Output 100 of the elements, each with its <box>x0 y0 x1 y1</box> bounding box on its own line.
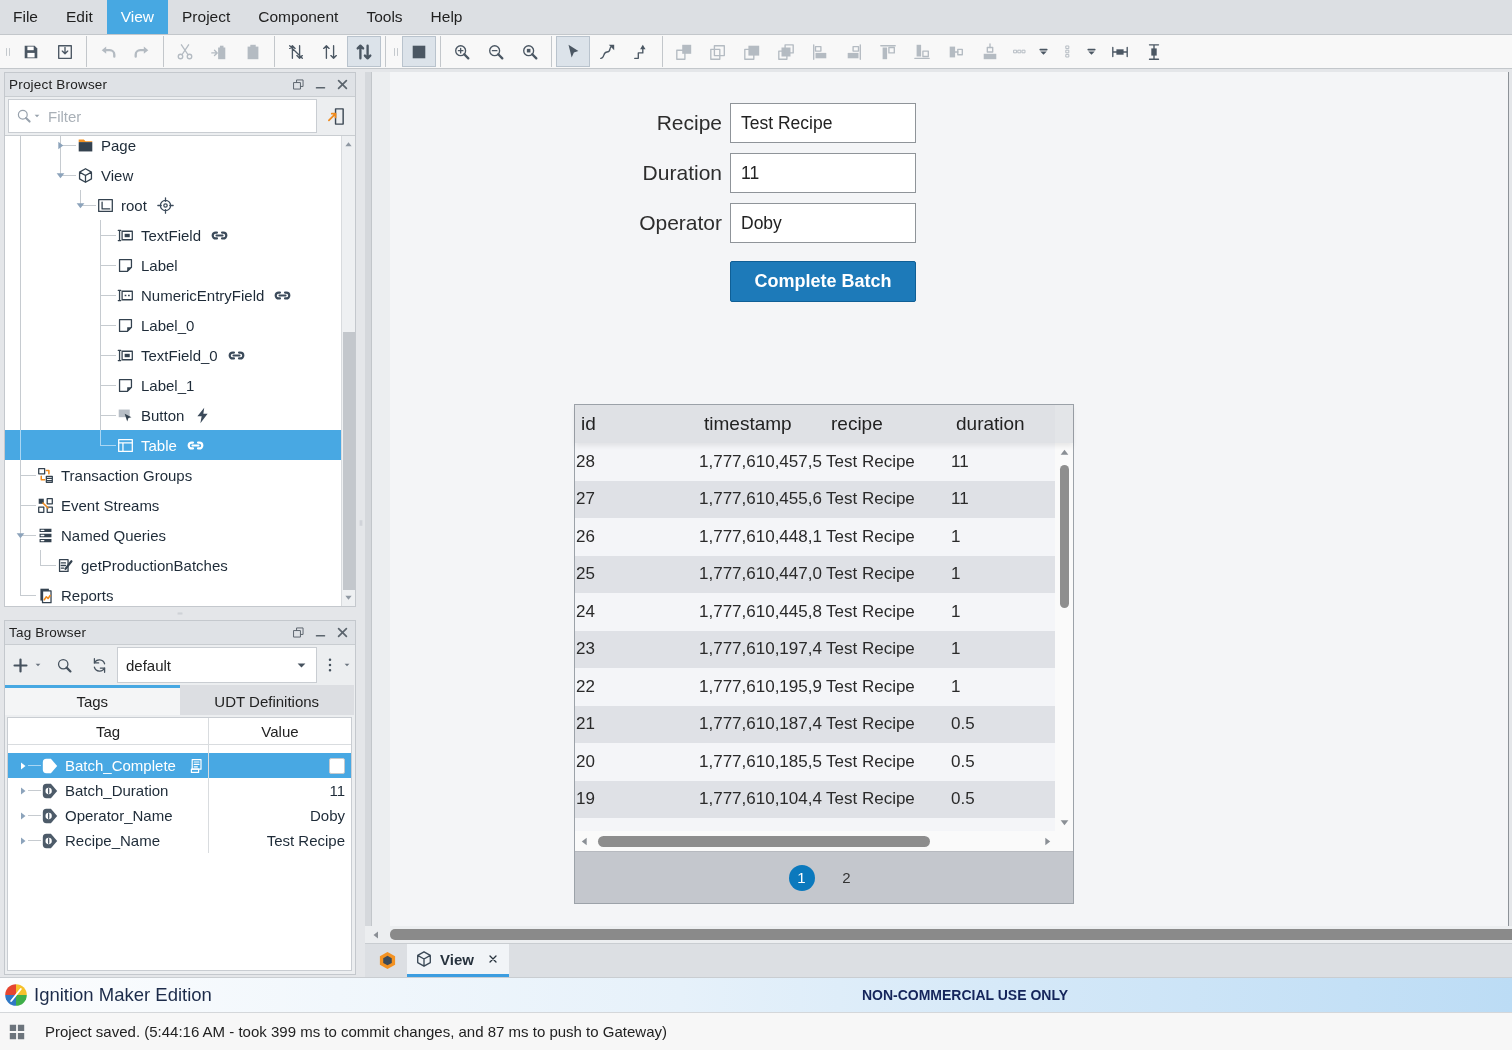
horizontal-scrollbar[interactable] <box>365 926 1512 943</box>
column-header[interactable]: id <box>575 405 698 443</box>
table-cell: 1,777,610,455,6 <box>698 480 825 518</box>
tree-item[interactable]: Label <box>5 250 341 280</box>
overlapping-squares-icon <box>709 42 727 61</box>
table-cell: 1,777,610,104,4 <box>698 780 825 818</box>
table-cell: 1,777,610,197,4 <box>698 630 825 668</box>
column-header[interactable]: recipe <box>825 405 950 443</box>
tree-item[interactable]: Event Streams <box>5 490 341 520</box>
overlapping-squares-icon <box>675 42 693 61</box>
complete-batch-button[interactable]: Complete Batch <box>730 261 916 302</box>
grid-icon[interactable] <box>8 1022 26 1041</box>
align-top-icon <box>879 42 897 61</box>
tree-item[interactable]: Label_0 <box>5 310 341 340</box>
restore-icon[interactable] <box>292 626 305 639</box>
note-icon <box>117 316 134 334</box>
text-field[interactable]: Doby <box>730 203 916 243</box>
provider-dropdown[interactable]: default <box>117 647 317 683</box>
magnifier-icon <box>521 42 539 61</box>
align-bottom-icon <box>913 42 931 61</box>
caret-icon[interactable] <box>34 661 42 669</box>
search-icon[interactable] <box>56 656 73 674</box>
scroll-right-icon[interactable] <box>1042 835 1053 847</box>
scroll-down-icon[interactable] <box>344 593 353 602</box>
scrollbar-thumb[interactable] <box>342 332 355 590</box>
scrollbar-thumb[interactable] <box>598 835 930 847</box>
tag-icon <box>41 806 59 825</box>
menu-item[interactable]: Component <box>244 0 353 34</box>
plus-icon[interactable] <box>12 656 29 674</box>
scrollbar-thumb[interactable] <box>1059 465 1069 608</box>
caret-right-icon[interactable] <box>18 810 28 821</box>
tree-item[interactable]: Label_1 <box>5 370 341 400</box>
scroll-left-icon[interactable] <box>371 929 381 940</box>
page-button[interactable]: 2 <box>833 864 860 891</box>
zoom-in-icon <box>453 42 471 61</box>
scroll-left-icon[interactable] <box>579 835 590 847</box>
table-cell: 23 <box>575 630 698 668</box>
scroll-down-icon[interactable] <box>1058 817 1070 828</box>
text-field[interactable]: Test Recipe <box>730 103 916 143</box>
menu-item[interactable]: Edit <box>52 0 107 34</box>
tag-value: 11 <box>329 782 345 799</box>
tag-row[interactable]: Batch_Duration 11 <box>8 778 351 803</box>
tree-item[interactable]: Transaction Groups <box>5 460 341 490</box>
tag-row[interactable]: Recipe_Name Test Recipe <box>8 828 351 853</box>
menu-item[interactable]: Project <box>168 0 245 34</box>
caret-right-icon[interactable] <box>18 760 28 771</box>
page-button[interactable]: 1 <box>788 864 815 891</box>
column-header[interactable]: duration <box>950 405 1055 443</box>
tree-item[interactable]: root <box>5 190 341 220</box>
pointer-button[interactable] <box>556 36 590 67</box>
close-icon[interactable] <box>487 954 498 964</box>
edit-document-icon <box>57 556 74 574</box>
table-cell: 0.5 <box>950 780 1055 818</box>
text-field[interactable]: 11 <box>730 153 916 193</box>
tag-name: Recipe_Name <box>65 832 161 849</box>
tree-item[interactable]: TextField <box>5 220 341 250</box>
caret-right-icon[interactable] <box>18 835 28 846</box>
tree-item[interactable]: TextField_0 <box>5 340 341 370</box>
filter-field[interactable]: Filter <box>8 99 317 133</box>
tag-row[interactable]: Operator_Name Doby <box>8 803 351 828</box>
table-cell: 0.5 <box>950 705 1055 743</box>
editor-tab[interactable]: View <box>407 944 509 977</box>
zoom-out-icon <box>487 42 505 61</box>
tab[interactable]: Tags <box>5 685 180 715</box>
table-cell: 21 <box>575 705 698 743</box>
column-header[interactable]: timestamp <box>698 405 825 443</box>
vertical-scrollbar[interactable] <box>341 136 355 606</box>
menu-item[interactable]: File <box>0 0 52 34</box>
column-header[interactable]: Value <box>208 718 351 744</box>
scroll-up-icon[interactable] <box>1058 447 1070 458</box>
menu-item[interactable]: Help <box>416 0 477 34</box>
tree-item[interactable]: Reports <box>5 580 341 606</box>
tree-item[interactable]: View <box>5 160 341 190</box>
menu-item[interactable]: Tools <box>352 0 417 34</box>
checkbox[interactable] <box>329 757 345 774</box>
tree-item[interactable]: Page <box>5 136 341 160</box>
align-center-icon <box>981 42 999 61</box>
scrollbar-thumb[interactable] <box>390 929 1512 940</box>
restore-icon[interactable] <box>292 78 305 91</box>
tree-item[interactable]: NumericEntryField <box>5 280 341 310</box>
column-header[interactable]: Tag <box>8 718 208 744</box>
refresh-icon[interactable] <box>91 656 108 674</box>
caret-right-icon[interactable] <box>18 785 28 796</box>
vertical-scrollbar[interactable] <box>1055 443 1073 831</box>
table-cell: 1,777,610,187,4 <box>698 705 825 743</box>
stop-button[interactable] <box>402 36 436 67</box>
tree-item[interactable]: getProductionBatches <box>5 550 341 580</box>
table-icon <box>117 436 134 454</box>
node-grid-icon <box>37 496 54 514</box>
table-cell: 1 <box>950 555 1055 593</box>
horizontal-scrollbar[interactable] <box>575 831 1073 851</box>
scroll-up-icon[interactable] <box>344 140 353 149</box>
tree-item[interactable]: Button <box>5 400 341 430</box>
tree-item[interactable]: Named Queries <box>5 520 341 550</box>
axes-frame-icon <box>97 196 114 214</box>
tab[interactable]: UDT Definitions <box>179 685 354 715</box>
caret-icon[interactable] <box>343 661 351 669</box>
toggle-button[interactable] <box>347 36 381 67</box>
align-left-icon <box>811 42 829 61</box>
hexagon-icon[interactable] <box>377 951 397 970</box>
